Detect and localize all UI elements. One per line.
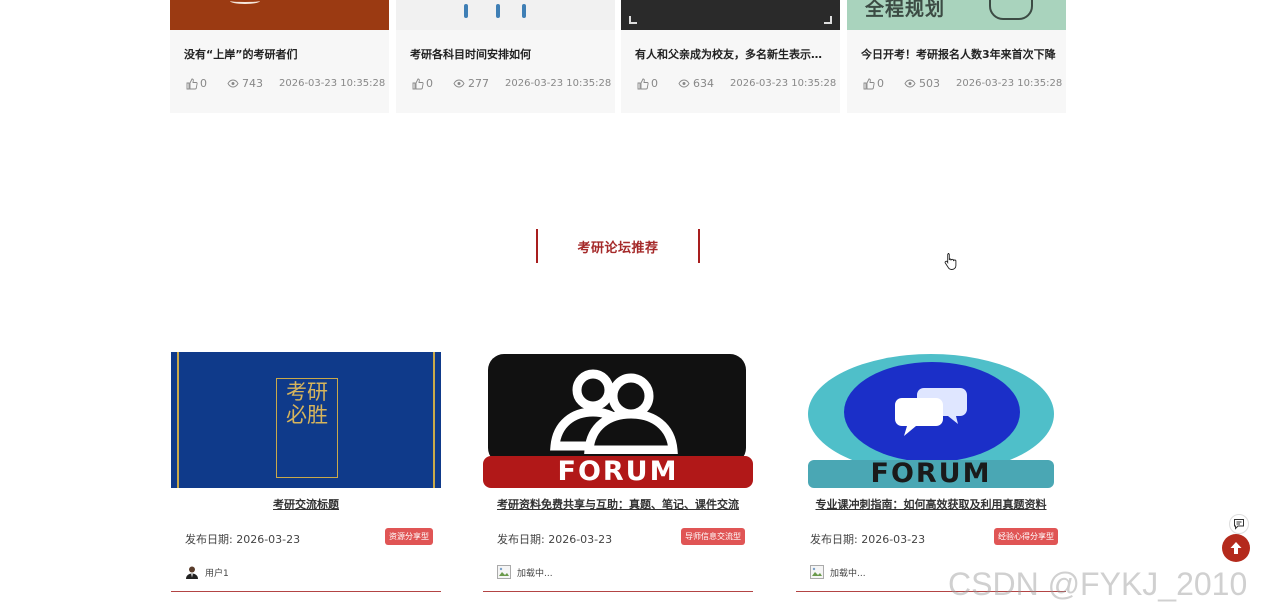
forum-tag: 资源分享型 — [385, 528, 433, 545]
news-card[interactable]: 有人和父亲成为校友，多名新生表示要... 0 634 2026-03-23 10… — [621, 0, 840, 113]
chat-button[interactable] — [1229, 514, 1249, 534]
forum-title[interactable]: 考研资料免费共享与互助：真题、笔记、课件交流 — [483, 496, 753, 512]
view-count: 277 — [468, 77, 489, 90]
arrow-up-icon — [1230, 542, 1242, 554]
cover-text: FORUM — [557, 456, 679, 487]
news-meta: 0 277 2026-03-23 10:35:28 — [412, 77, 611, 90]
like-count: 0 — [200, 77, 207, 90]
news-title[interactable]: 没有“上岸”的考研者们 — [184, 46, 380, 62]
news-date: 2026-03-23 10:35:28 — [956, 78, 1063, 89]
forum-cover-image[interactable]: FORUM — [483, 352, 753, 488]
forum-author: 用户1 — [185, 565, 229, 579]
forum-date: 发布日期: 2026-03-23 — [497, 533, 613, 546]
section-title: 考研论坛推荐 — [577, 240, 659, 256]
view-count: 634 — [693, 77, 714, 90]
forum-author: 加载中... — [810, 565, 866, 579]
forum-tag: 导师信息交流型 — [681, 528, 745, 545]
thumb-up-icon[interactable] — [863, 78, 875, 90]
broken-image-icon — [497, 565, 511, 579]
like-count: 0 — [651, 77, 658, 90]
news-thumbnail[interactable] — [396, 0, 615, 30]
forum-title[interactable]: 考研交流标题 — [171, 496, 441, 512]
like-count: 0 — [426, 77, 433, 90]
author-name[interactable]: 用户1 — [205, 566, 229, 579]
forum-date: 发布日期: 2026-03-23 — [810, 533, 926, 546]
forum-card[interactable]: 考研必胜 考研交流标题 发布日期: 2026-03-23 资源分享型 用户1 — [171, 352, 441, 592]
forum-cover-image[interactable]: 考研必胜 — [171, 352, 441, 488]
forum-title[interactable]: 专业课冲刺指南：如何高效获取及利用真题资料 — [796, 496, 1066, 512]
hand-cursor-icon — [944, 253, 957, 270]
forum-card[interactable]: FORUM 专业课冲刺指南：如何高效获取及利用真题资料 发布日期: 2026-0… — [796, 352, 1066, 592]
thumb-up-icon[interactable] — [186, 78, 198, 90]
author-name[interactable]: 加载中... — [517, 566, 553, 579]
news-date: 2026-03-23 10:35:28 — [730, 78, 837, 89]
back-to-top-button[interactable] — [1222, 534, 1250, 562]
news-card[interactable]: 考研各科目时间安排如何 0 277 2026-03-23 10:35:28 — [396, 0, 615, 113]
news-meta: 0 634 2026-03-23 10:35:28 — [637, 77, 836, 90]
chat-icon — [1234, 519, 1244, 530]
thumbnail-caption: 全程规划 — [865, 0, 946, 20]
eye-icon — [678, 79, 690, 88]
cover-text: 考研必胜 — [286, 380, 328, 427]
forum-tag: 经验心得分享型 — [994, 528, 1058, 545]
avatar — [185, 565, 199, 579]
chat-bubbles-icon — [895, 388, 967, 436]
cover-text: FORUM — [870, 458, 992, 488]
view-count: 503 — [919, 77, 940, 90]
view-count: 743 — [242, 77, 263, 90]
news-meta: 0 743 2026-03-23 10:35:28 — [186, 77, 385, 90]
eye-icon — [227, 79, 239, 88]
thumb-up-icon[interactable] — [637, 78, 649, 90]
forum-date: 发布日期: 2026-03-23 — [185, 533, 301, 546]
news-title[interactable]: 考研各科目时间安排如何 — [410, 46, 606, 62]
news-title[interactable]: 有人和父亲成为校友，多名新生表示要... — [635, 46, 831, 62]
forum-author: 加载中... — [497, 565, 553, 579]
news-card[interactable]: 全程规划 今日开考！考研报名人数3年来首次下降 0 503 2026-03-23… — [847, 0, 1066, 113]
eye-icon — [904, 79, 916, 88]
news-meta: 0 503 2026-03-23 10:35:28 — [863, 77, 1062, 90]
news-title[interactable]: 今日开考！考研报名人数3年来首次下降 — [861, 46, 1057, 62]
broken-image-icon — [810, 565, 824, 579]
news-card[interactable]: 没有“上岸”的考研者们 0 743 2026-03-23 10:35:28 — [170, 0, 389, 113]
news-thumbnail[interactable] — [170, 0, 389, 30]
author-name[interactable]: 加载中... — [830, 566, 866, 579]
page: 没有“上岸”的考研者们 0 743 2026-03-23 10:35:28 考研… — [0, 0, 1274, 614]
watermark: CSDN @FYKJ_2010 — [948, 566, 1248, 602]
users-icon — [550, 369, 678, 454]
forum-cover-image[interactable]: FORUM — [796, 352, 1066, 488]
like-count: 0 — [877, 77, 884, 90]
section-header: 考研论坛推荐 — [536, 229, 700, 263]
news-date: 2026-03-23 10:35:28 — [505, 78, 612, 89]
thumb-up-icon[interactable] — [412, 78, 424, 90]
news-thumbnail[interactable] — [621, 0, 840, 30]
eye-icon — [453, 79, 465, 88]
news-date: 2026-03-23 10:35:28 — [279, 78, 386, 89]
news-thumbnail[interactable]: 全程规划 — [847, 0, 1066, 30]
forum-card[interactable]: FORUM 考研资料免费共享与互助：真题、笔记、课件交流 发布日期: 2026-… — [483, 352, 753, 592]
